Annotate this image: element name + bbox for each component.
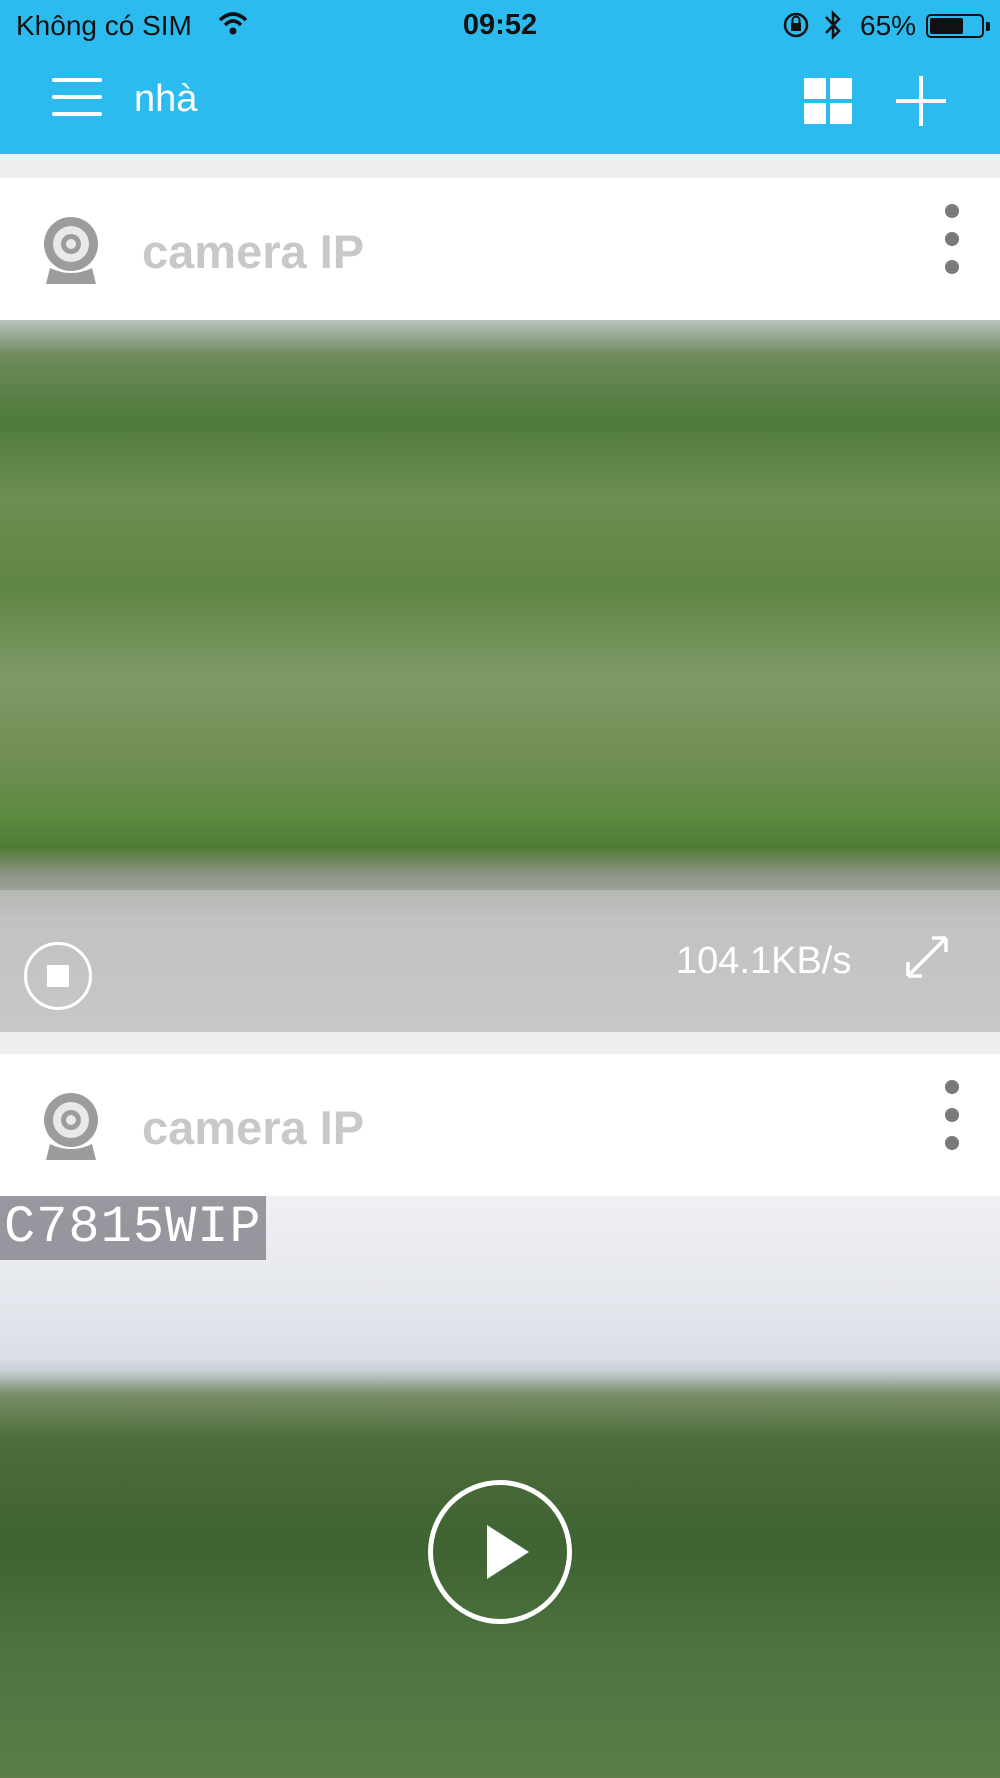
bluetooth-icon <box>825 9 841 41</box>
orientation-lock-icon <box>783 12 809 38</box>
play-icon[interactable] <box>428 1480 572 1624</box>
battery-fill <box>930 18 963 34</box>
camera-name: camera IP <box>142 1101 365 1154</box>
grid-view-icon[interactable] <box>804 78 854 126</box>
camera-osd-label: C7815WIP <box>0 1196 266 1260</box>
clock: 09:52 <box>462 9 538 41</box>
stop-icon[interactable] <box>24 942 92 1010</box>
camera-icon <box>44 217 98 284</box>
more-icon[interactable] <box>936 1080 968 1152</box>
fullscreen-icon[interactable] <box>904 934 950 980</box>
stream-speed: 104.1KB/s <box>676 940 852 982</box>
camera-icon <box>44 1093 98 1160</box>
battery-nub <box>986 22 990 31</box>
page-title: nhà <box>134 78 198 120</box>
camera-card-header[interactable]: camera IP <box>0 178 1000 320</box>
camera-name: camera IP <box>142 225 365 278</box>
play-triangle <box>487 1525 529 1579</box>
top-bar: Không có SIM 09:52 65% nhà <box>0 0 1000 154</box>
camera-video-feed[interactable]: C7815WIP <box>0 1196 1000 1778</box>
battery-icon <box>926 14 990 38</box>
battery-percent: 65% <box>860 10 917 41</box>
menu-icon[interactable] <box>52 78 102 118</box>
more-icon[interactable] <box>936 204 968 276</box>
add-icon[interactable] <box>896 76 946 126</box>
camera-card-header[interactable]: camera IP <box>0 1054 1000 1196</box>
status-bar: Không có SIM 09:52 65% <box>0 0 1000 52</box>
camera-video-feed[interactable] <box>0 320 1000 1032</box>
